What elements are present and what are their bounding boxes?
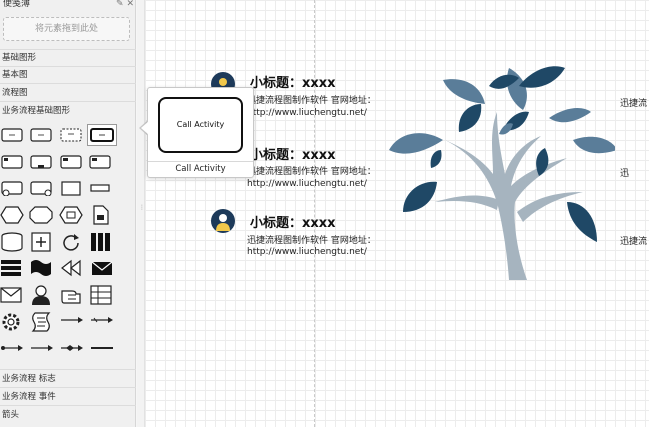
leaf xyxy=(430,150,442,168)
default-flow-arrow[interactable] xyxy=(90,315,114,325)
leaf xyxy=(506,68,527,110)
gateway-shape[interactable] xyxy=(59,206,83,224)
association-arrow[interactable] xyxy=(30,343,54,353)
transaction-shape[interactable] xyxy=(60,127,82,143)
user-icon[interactable] xyxy=(30,284,52,306)
conditional-flow-arrow[interactable] xyxy=(60,343,84,353)
divider xyxy=(0,387,136,388)
category-bpmn-markers[interactable]: 业务流程 标志 xyxy=(0,372,136,386)
item-title[interactable]: 小标题：xxxx xyxy=(250,212,336,231)
bar-shape[interactable] xyxy=(89,180,111,196)
category-flowchart[interactable]: 流程图 xyxy=(0,86,136,100)
item-url[interactable]: http://www.liuchengtu.net/ xyxy=(247,178,367,190)
item-text[interactable]: 迅捷流程图制作软件 官网地址： xyxy=(247,95,376,107)
line-connector[interactable] xyxy=(90,343,114,353)
data-box-shape[interactable] xyxy=(60,180,82,196)
cropped-text[interactable]: 迅 xyxy=(620,166,629,179)
envelope-icon[interactable] xyxy=(0,286,22,304)
wave-flag-shape[interactable] xyxy=(30,259,52,277)
leaf xyxy=(519,66,565,88)
horizontal-bars-shape[interactable] xyxy=(0,259,22,277)
divider xyxy=(0,49,136,50)
leaf xyxy=(549,108,591,123)
receive-task-shape[interactable] xyxy=(89,154,111,170)
avatar[interactable] xyxy=(211,209,235,233)
category-bpmn-events[interactable]: 业务流程 事件 xyxy=(0,390,136,404)
document-shape[interactable] xyxy=(92,205,110,225)
call-activity-shape[interactable] xyxy=(87,124,117,146)
leaf xyxy=(567,202,597,242)
divider xyxy=(0,101,136,102)
item-url[interactable]: http://www.liuchengtu.net/ xyxy=(247,107,367,119)
envelope-filled-icon[interactable] xyxy=(91,260,113,276)
item-text[interactable]: 迅捷流程图制作软件 官网地址： xyxy=(247,166,376,178)
subprocess-shape[interactable] xyxy=(30,127,52,143)
tree-branch xyxy=(435,195,499,210)
task-shape[interactable] xyxy=(1,127,23,143)
leaf xyxy=(458,104,482,132)
send-task-shape[interactable] xyxy=(60,154,82,170)
scratchpad-header: 便笺薄 ✎ ✕ xyxy=(0,0,136,11)
divider xyxy=(0,66,136,67)
leaf xyxy=(573,136,615,154)
shape-preview-tooltip: Call Activity Call Activity xyxy=(147,87,254,178)
hexagon-shape[interactable] xyxy=(0,206,24,224)
manual-task-icon[interactable] xyxy=(60,285,82,305)
cropped-text[interactable]: 迅捷流 xyxy=(620,96,647,109)
divider xyxy=(0,405,136,406)
item-title[interactable]: 小标题：xxxx xyxy=(250,144,336,163)
cropped-text[interactable]: 迅捷流 xyxy=(620,234,647,247)
app-root: 便笺薄 ✎ ✕ 将元素拖到此处 基础图形 基本图 流程图 业务流程基础图形 业务… xyxy=(0,0,649,427)
leaf xyxy=(499,123,513,135)
tree-illustration[interactable] xyxy=(385,62,615,284)
scratchpad-dropzone[interactable]: 将元素拖到此处 xyxy=(3,17,130,41)
item-title[interactable]: 小标题：xxxx xyxy=(250,72,336,91)
category-arrows[interactable]: 箭头 xyxy=(0,408,136,422)
parallel-bars-shape[interactable] xyxy=(90,232,112,252)
category-basic-shapes[interactable]: 基础图形 xyxy=(0,51,136,65)
leaf xyxy=(536,148,549,176)
category-basic[interactable]: 基本图 xyxy=(0,68,136,82)
divider xyxy=(0,369,136,370)
database-shape[interactable] xyxy=(0,232,24,252)
sidebar-splitter[interactable] xyxy=(137,0,145,427)
scratchpad-tools[interactable]: ✎ ✕ xyxy=(116,0,134,9)
tooltip-caption: Call Activity xyxy=(148,161,253,177)
leaf xyxy=(403,181,437,212)
shape-library-sidebar: 便笺薄 ✎ ✕ 将元素拖到此处 基础图形 基本图 流程图 业务流程基础图形 业务… xyxy=(0,0,136,427)
script-icon[interactable] xyxy=(30,311,52,333)
plus-box-shape[interactable] xyxy=(31,232,51,252)
task-marker-shape[interactable] xyxy=(1,154,23,170)
divider xyxy=(0,83,136,84)
sequence-flow-arrow[interactable] xyxy=(60,315,84,325)
category-bpmn-basic[interactable]: 业务流程基础图形 xyxy=(0,104,136,118)
item-url[interactable]: http://www.liuchengtu.net/ xyxy=(247,246,367,258)
event-subprocess-shape[interactable] xyxy=(1,180,23,196)
gear-icon[interactable] xyxy=(0,311,22,333)
leaf xyxy=(443,79,485,104)
call-activity-preview: Call Activity xyxy=(158,97,243,153)
leaf xyxy=(389,133,443,154)
message-flow-arrow[interactable] xyxy=(0,343,24,353)
service-task-shape[interactable] xyxy=(30,154,52,170)
rewind-icon[interactable] xyxy=(60,259,82,277)
tree-trunk xyxy=(445,112,567,280)
loop-icon[interactable] xyxy=(61,232,81,252)
scratchpad-title: 便笺薄 xyxy=(3,0,31,9)
octagon-shape[interactable] xyxy=(29,206,53,224)
loop-task-shape[interactable] xyxy=(30,180,52,196)
table-icon[interactable] xyxy=(90,285,112,305)
tooltip-arrow-inner xyxy=(141,121,149,135)
